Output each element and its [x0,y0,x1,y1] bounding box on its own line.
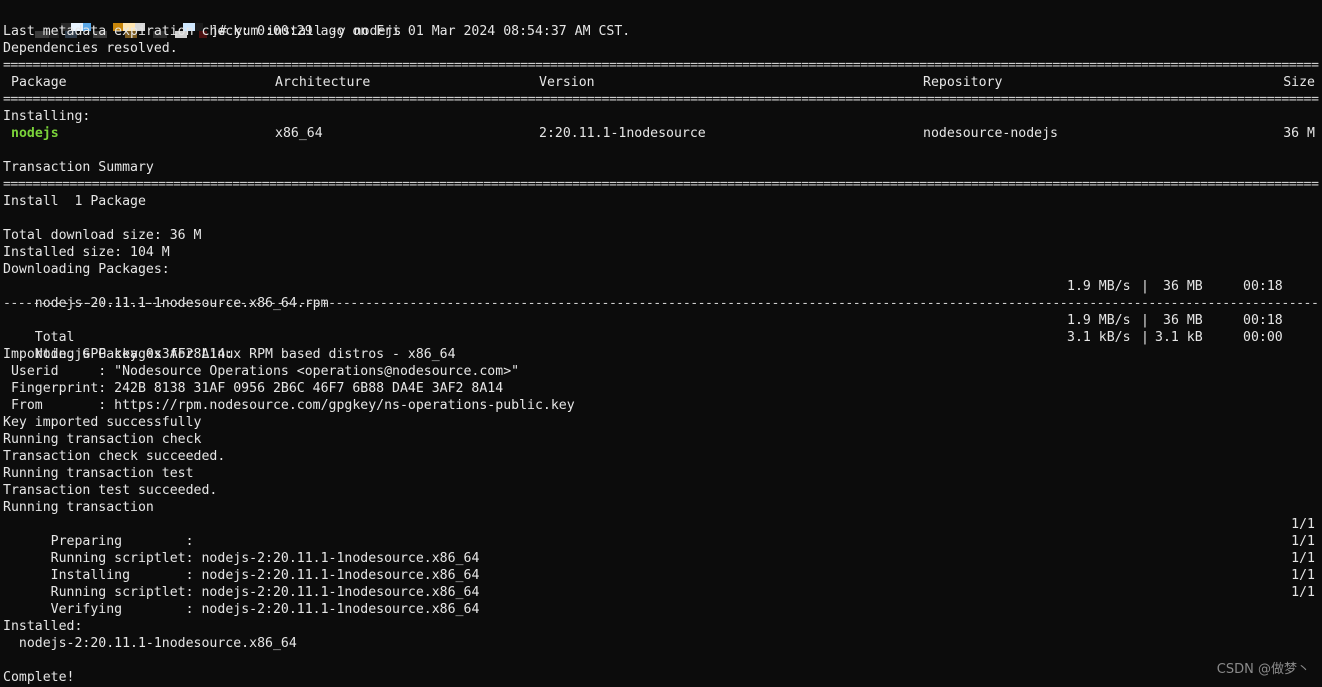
separator: ========================================… [3,177,1319,192]
progress-line: Verifying : nodejs-2:20.11.1-1nodesource… [0,584,1322,617]
download-time: 00:18 [1243,279,1283,294]
progress-line: Running scriptlet: nodejs-2:20.11.1-1nod… [0,533,1322,566]
step-line: Running transaction check [3,432,202,447]
total-size: 36 MB [1163,313,1203,328]
installing-label: Installing: [3,109,91,124]
gpg-from: From : https://rpm.nodesource.com/gpgkey… [3,398,575,413]
installed-label: Installed: [3,619,83,634]
gpg-userid: Userid : "Nodesource Operations <operati… [3,364,520,379]
row-repository: nodesource-nodejs [923,126,1058,141]
progress-count: 1/1 [1291,551,1315,566]
separator: ========================================… [3,58,1319,73]
total-rate: 1.9 MB/s [1067,313,1131,328]
transaction-summary: Transaction Summary [3,160,154,175]
installed-package: nodejs-2:20.11.1-1nodesource.x86_64 [3,636,297,651]
install-count: Install 1 Package [3,194,146,209]
deps-resolved-line: Dependencies resolved. [3,41,178,56]
download-pipe: | [1141,279,1149,294]
terminal-window[interactable]: ]# yum install -y nodejs Last metadata e… [0,0,1322,687]
separator: ========================================… [3,92,1319,107]
progress-line: Preparing : 1/1 [0,516,1322,549]
prompt-line: ]# yum install -y nodejs [0,6,1322,39]
header-size: Size [1283,75,1315,90]
separator-dashed: ----------------------------------------… [3,296,1319,311]
step-line: Transaction test succeeded. [3,483,218,498]
header-architecture: Architecture [275,75,371,90]
header-package: Package [11,75,67,90]
table-header: Package Architecture Version Repository … [0,74,1322,91]
progress-count: 1/1 [1291,534,1315,549]
row-version: 2:20.11.1-1nodesource [539,126,706,141]
complete-line: Complete! [3,670,75,685]
progress-count: 1/1 [1291,568,1315,583]
header-version: Version [539,75,595,90]
download-rate: 1.9 MB/s [1067,279,1131,294]
csdn-watermark: CSDN @做梦丶 [1216,662,1310,677]
repo-size: 3.1 kB [1155,330,1203,345]
row-package: nodejs [11,126,59,141]
row-size: 36 M [1283,126,1315,141]
metadata-line: Last metadata expiration check: 0:00:29 … [3,24,631,39]
table-row: nodejs x86_64 2:20.11.1-1nodesource node… [0,125,1322,142]
step-line: Transaction check succeeded. [3,449,226,464]
progress-count: 1/1 [1291,585,1315,600]
total-time: 00:18 [1243,313,1283,328]
progress-line: Running scriptlet: nodejs-2:20.11.1-1nod… [0,567,1322,600]
repo-pipe: | [1141,330,1149,345]
total-row: Total 1.9 MB/s | 36 MB 00:18 [0,312,1322,345]
header-repository: Repository [923,75,1003,90]
installed-size: Installed size: 104 M [3,245,170,260]
row-architecture: x86_64 [275,126,323,141]
step-line: Running transaction [3,500,154,515]
total-pipe: | [1141,313,1149,328]
step-line: Running transaction test [3,466,194,481]
download-size: 36 MB [1163,279,1203,294]
gpg-fingerprint: Fingerprint: 242B 8138 31AF 0956 2B6C 46… [3,381,504,396]
repo-time: 00:00 [1243,330,1283,345]
repo-rate: 3.1 kB/s [1067,330,1131,345]
download-file-row: nodejs-20.11.1-1nodesource.x86_64.rpm 1.… [0,278,1322,311]
total-download-size: Total download size: 36 M [3,228,202,243]
gpg-imported: Key imported successfully [3,415,202,430]
progress-line: Installing : nodejs-2:20.11.1-1nodesourc… [0,550,1322,583]
progress-count: 1/1 [1291,517,1315,532]
repo-row: Node.js Packages for Linux RPM based dis… [0,329,1322,362]
gpg-importing: Importing GPG key 0x3AF28A14: [3,347,234,362]
downloading-label: Downloading Packages: [3,262,170,277]
